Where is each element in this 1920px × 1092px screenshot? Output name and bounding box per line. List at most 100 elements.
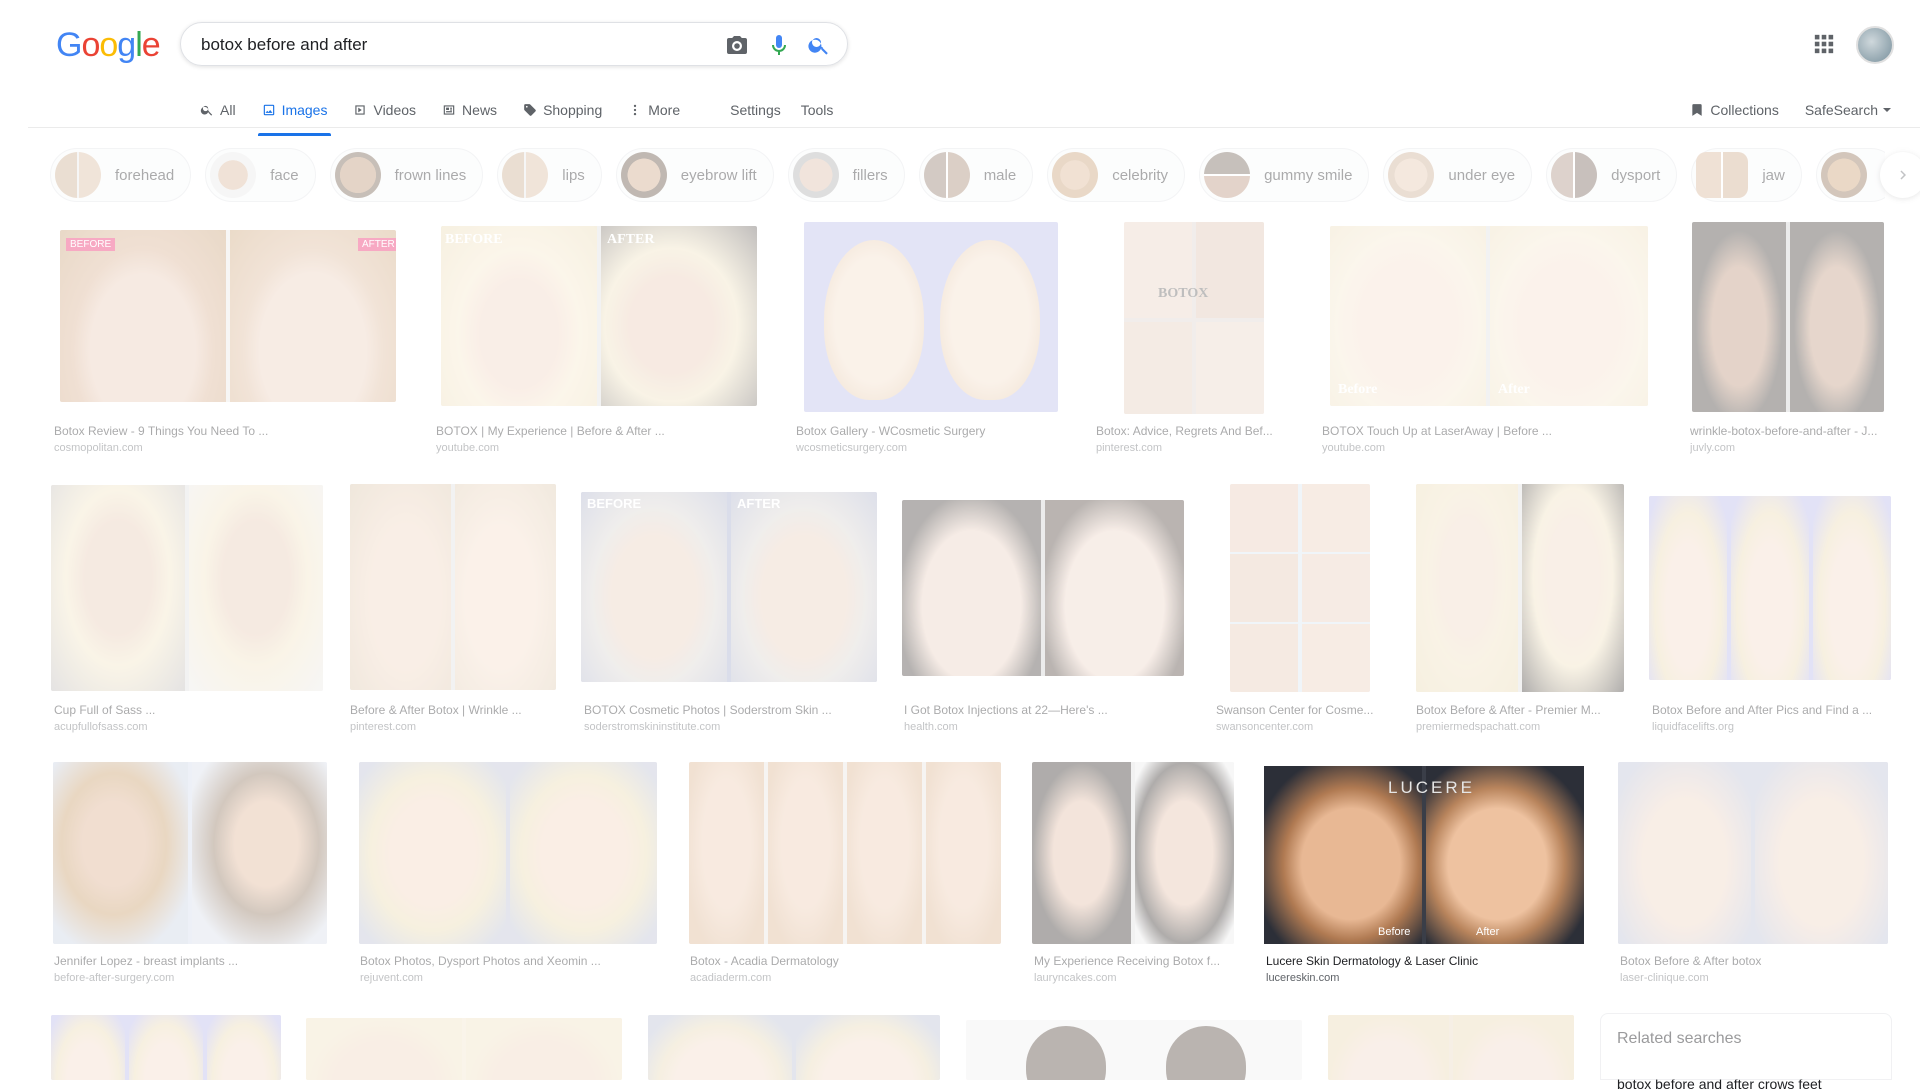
safesearch-label: SafeSearch: [1804, 102, 1878, 118]
result-image: [1692, 222, 1884, 412]
after-label: AFTER: [737, 496, 781, 511]
news-icon: [443, 105, 455, 115]
chevron-down-icon: [1883, 108, 1891, 112]
google-logo[interactable]: Google: [56, 26, 161, 65]
after-label: After: [1476, 926, 1500, 938]
chip-more[interactable]: [1815, 148, 1885, 202]
result-image: [648, 1015, 940, 1080]
image-result[interactable]: BEFORE AFTER BOTOX | My Experience | Bef…: [432, 226, 772, 460]
chip-celebrity[interactable]: celebrity: [1047, 148, 1186, 202]
chip-dysport[interactable]: dysport: [1546, 148, 1678, 202]
account-avatar[interactable]: [1856, 26, 1894, 64]
image-result[interactable]: Botox Before & After botox laser-cliniqu…: [1616, 762, 1896, 992]
result-source: youtube.com: [1322, 442, 1385, 454]
tools-link[interactable]: Tools: [801, 94, 834, 126]
microphone-icon[interactable]: [767, 33, 791, 57]
chip-thumbnail: [1551, 152, 1598, 198]
chip-label: face: [270, 166, 299, 184]
result-caption: Cup Full of Sass ...: [54, 703, 156, 717]
chip-under-eye[interactable]: under eye: [1383, 148, 1533, 202]
image-result[interactable]: Botox Gallery - WCosmetic Surgery wcosme…: [792, 222, 1082, 460]
lucere-logo-text: LUCERE: [1388, 778, 1475, 797]
search-box[interactable]: [180, 22, 848, 66]
chip-forehead[interactable]: forehead: [50, 148, 192, 202]
result-image: [53, 762, 327, 944]
tab-news[interactable]: News: [442, 94, 497, 126]
chip-eyebrow-lift[interactable]: eyebrow lift: [615, 148, 774, 202]
after-label: AFTER: [607, 232, 655, 247]
result-source: cosmopolitan.com: [54, 442, 143, 454]
result-caption: BOTOX | My Experience | Before & After .…: [436, 424, 665, 438]
chip-label: dysport: [1611, 166, 1661, 184]
chip-gummy-smile[interactable]: gummy smile: [1199, 148, 1370, 202]
chip-label: frown lines: [394, 166, 467, 184]
image-result[interactable]: [966, 1020, 1302, 1080]
image-result[interactable]: [648, 1015, 940, 1080]
collections-link[interactable]: Collections: [1690, 102, 1779, 118]
result-source: lauryncakes.com: [1034, 972, 1117, 984]
image-result[interactable]: BEFORE AFTER BOTOX Cosmetic Photos | Sod…: [580, 492, 890, 735]
image-result[interactable]: Botox Before & After - Premier M... prem…: [1412, 484, 1634, 735]
chevron-right-icon: [1900, 170, 1906, 180]
chip-label: fillers: [852, 166, 888, 184]
image-result[interactable]: Botox Photos, Dysport Photos and Xeomin …: [356, 762, 668, 992]
tab-more[interactable]: More: [628, 94, 680, 126]
chip-jaw[interactable]: jaw: [1691, 148, 1802, 202]
result-caption: Botox - Acadia Dermatology: [690, 954, 839, 968]
image-result[interactable]: BOTOX Botox: Advice, Regrets And Bef... …: [1092, 222, 1292, 460]
video-icon: [355, 105, 366, 115]
image-result[interactable]: Before After BOTOX Touch Up at LaserAway…: [1318, 226, 1658, 460]
related-search-link[interactable]: botox before and after crows feet: [1617, 1076, 1822, 1092]
logo-letter: o: [99, 26, 118, 64]
before-label: BEFORE: [587, 496, 642, 511]
tab-label: News: [462, 102, 498, 118]
chip-lips[interactable]: lips: [497, 148, 602, 202]
safesearch-dropdown[interactable]: SafeSearch: [1805, 102, 1892, 118]
camera-icon[interactable]: [725, 33, 749, 57]
chip-fillers[interactable]: fillers: [787, 148, 905, 202]
header-divider: [28, 127, 1920, 128]
selected-result[interactable]: LUCERE Before After Lucere Skin Dermatol…: [1262, 762, 1592, 992]
tab-videos[interactable]: Videos: [353, 94, 416, 126]
result-caption: BOTOX Cosmetic Photos | Soderstrom Skin …: [584, 703, 832, 717]
result-image: [689, 762, 1001, 944]
tab-images[interactable]: Images: [257, 94, 332, 136]
result-image: Before After: [1330, 226, 1648, 406]
result-image: [1416, 484, 1624, 692]
image-result[interactable]: BEFORE AFTER Botox Review - 9 Things You…: [50, 230, 406, 460]
chip-label: forehead: [115, 166, 175, 184]
result-source: before-after-surgery.com: [54, 972, 175, 984]
result-caption: Before & After Botox | Wrinkle ...: [350, 703, 522, 717]
tab-shopping[interactable]: Shopping: [523, 94, 602, 126]
image-result[interactable]: I Got Botox Injections at 22—Here's ... …: [900, 500, 1200, 735]
related-searches-panel: Related searches botox before and after …: [1600, 1013, 1892, 1092]
image-result[interactable]: [306, 1018, 622, 1080]
image-result[interactable]: Jennifer Lopez - breast implants ... bef…: [50, 762, 340, 992]
image-result[interactable]: Before & After Botox | Wrinkle ... pinte…: [346, 484, 566, 735]
chips-next-button[interactable]: [1880, 152, 1920, 198]
image-result[interactable]: Botox - Acadia Dermatology acadiaderm.co…: [686, 762, 1016, 992]
search-icon[interactable]: [807, 33, 831, 57]
tab-all[interactable]: All: [200, 94, 236, 126]
image-result[interactable]: Cup Full of Sass ... acupfullofsass.com: [50, 485, 330, 735]
image-result[interactable]: [50, 1015, 282, 1080]
settings-link[interactable]: Settings: [730, 94, 781, 126]
chip-face[interactable]: face: [205, 148, 316, 202]
chip-frown-lines[interactable]: frown lines: [329, 148, 484, 202]
result-caption: Botox Gallery - WCosmetic Surgery: [796, 424, 986, 438]
chip-thumbnail: [1052, 152, 1099, 198]
chip-label: male: [983, 166, 1017, 184]
image-result[interactable]: Botox Before and After Pics and Find a .…: [1648, 496, 1898, 735]
image-result[interactable]: wrinkle-botox-before-and-after - J... ju…: [1686, 222, 1896, 460]
chip-male[interactable]: male: [918, 148, 1034, 202]
image-icon: [263, 104, 274, 116]
image-result[interactable]: My Experience Receiving Botox f... laury…: [1030, 762, 1250, 992]
image-result[interactable]: Swanson Center for Cosme... swansoncente…: [1212, 484, 1392, 735]
result-caption: Lucere Skin Dermatology & Laser Clinic: [1266, 954, 1479, 968]
image-result[interactable]: [1328, 1015, 1574, 1080]
tab-label: Videos: [373, 102, 417, 118]
more-vert-icon: [634, 104, 637, 116]
result-image: BOTOX: [1124, 222, 1264, 414]
apps-grid-icon[interactable]: [1813, 33, 1835, 55]
search-input[interactable]: [199, 31, 683, 59]
